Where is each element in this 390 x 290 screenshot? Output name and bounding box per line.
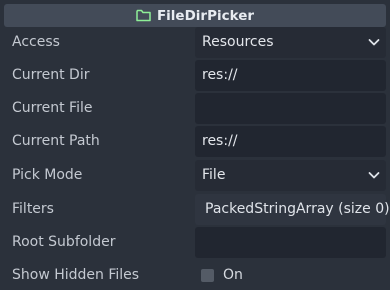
access-value: Resources <box>202 34 274 50</box>
show-hidden-files-checkbox[interactable] <box>201 269 214 282</box>
current-file-input[interactable] <box>195 93 386 124</box>
filters-array-button[interactable]: PackedStringArray (size 0) <box>195 194 390 225</box>
section-title: FileDirPicker <box>156 7 255 24</box>
access-dropdown[interactable]: Resources <box>195 27 386 58</box>
current-dir-value: res:// <box>202 67 238 83</box>
folder-icon <box>136 9 151 22</box>
property-label-filters: Filters <box>12 201 54 217</box>
current-path-value: res:// <box>202 133 238 149</box>
inspector-panel: FileDirPicker Access Resources Current D… <box>0 0 390 290</box>
property-label-root-subfolder: Root Subfolder <box>12 234 116 250</box>
current-path-input[interactable]: res:// <box>195 126 386 157</box>
property-row-show-hidden-files: Show Hidden Files On <box>0 260 390 290</box>
property-row-filters: Filters PackedStringArray (size 0) <box>0 194 390 225</box>
filters-value: PackedStringArray (size 0) <box>205 201 390 217</box>
section-header[interactable]: FileDirPicker <box>4 4 386 27</box>
pick-mode-value: File <box>202 167 226 183</box>
property-row-access: Access Resources <box>0 27 390 58</box>
current-dir-input[interactable]: res:// <box>195 60 386 91</box>
pick-mode-dropdown[interactable]: File <box>195 160 386 191</box>
root-subfolder-input[interactable] <box>195 227 386 258</box>
property-label-current-file: Current File <box>12 100 93 116</box>
property-row-current-dir: Current Dir res:// <box>0 60 390 91</box>
show-hidden-files-checkbox-label: On <box>223 267 243 283</box>
show-hidden-files-toggle[interactable]: On <box>195 260 386 290</box>
property-row-current-file: Current File <box>0 93 390 124</box>
chevron-down-icon <box>368 39 380 46</box>
property-label-access: Access <box>12 34 60 50</box>
property-label-current-path: Current Path <box>12 133 100 149</box>
property-row-root-subfolder: Root Subfolder <box>0 227 390 258</box>
property-row-pick-mode: Pick Mode File <box>0 160 390 191</box>
property-label-pick-mode: Pick Mode <box>12 167 83 183</box>
chevron-down-icon <box>368 172 380 179</box>
property-label-current-dir: Current Dir <box>12 67 90 83</box>
property-label-show-hidden-files: Show Hidden Files <box>12 267 140 283</box>
property-row-current-path: Current Path res:// <box>0 126 390 157</box>
